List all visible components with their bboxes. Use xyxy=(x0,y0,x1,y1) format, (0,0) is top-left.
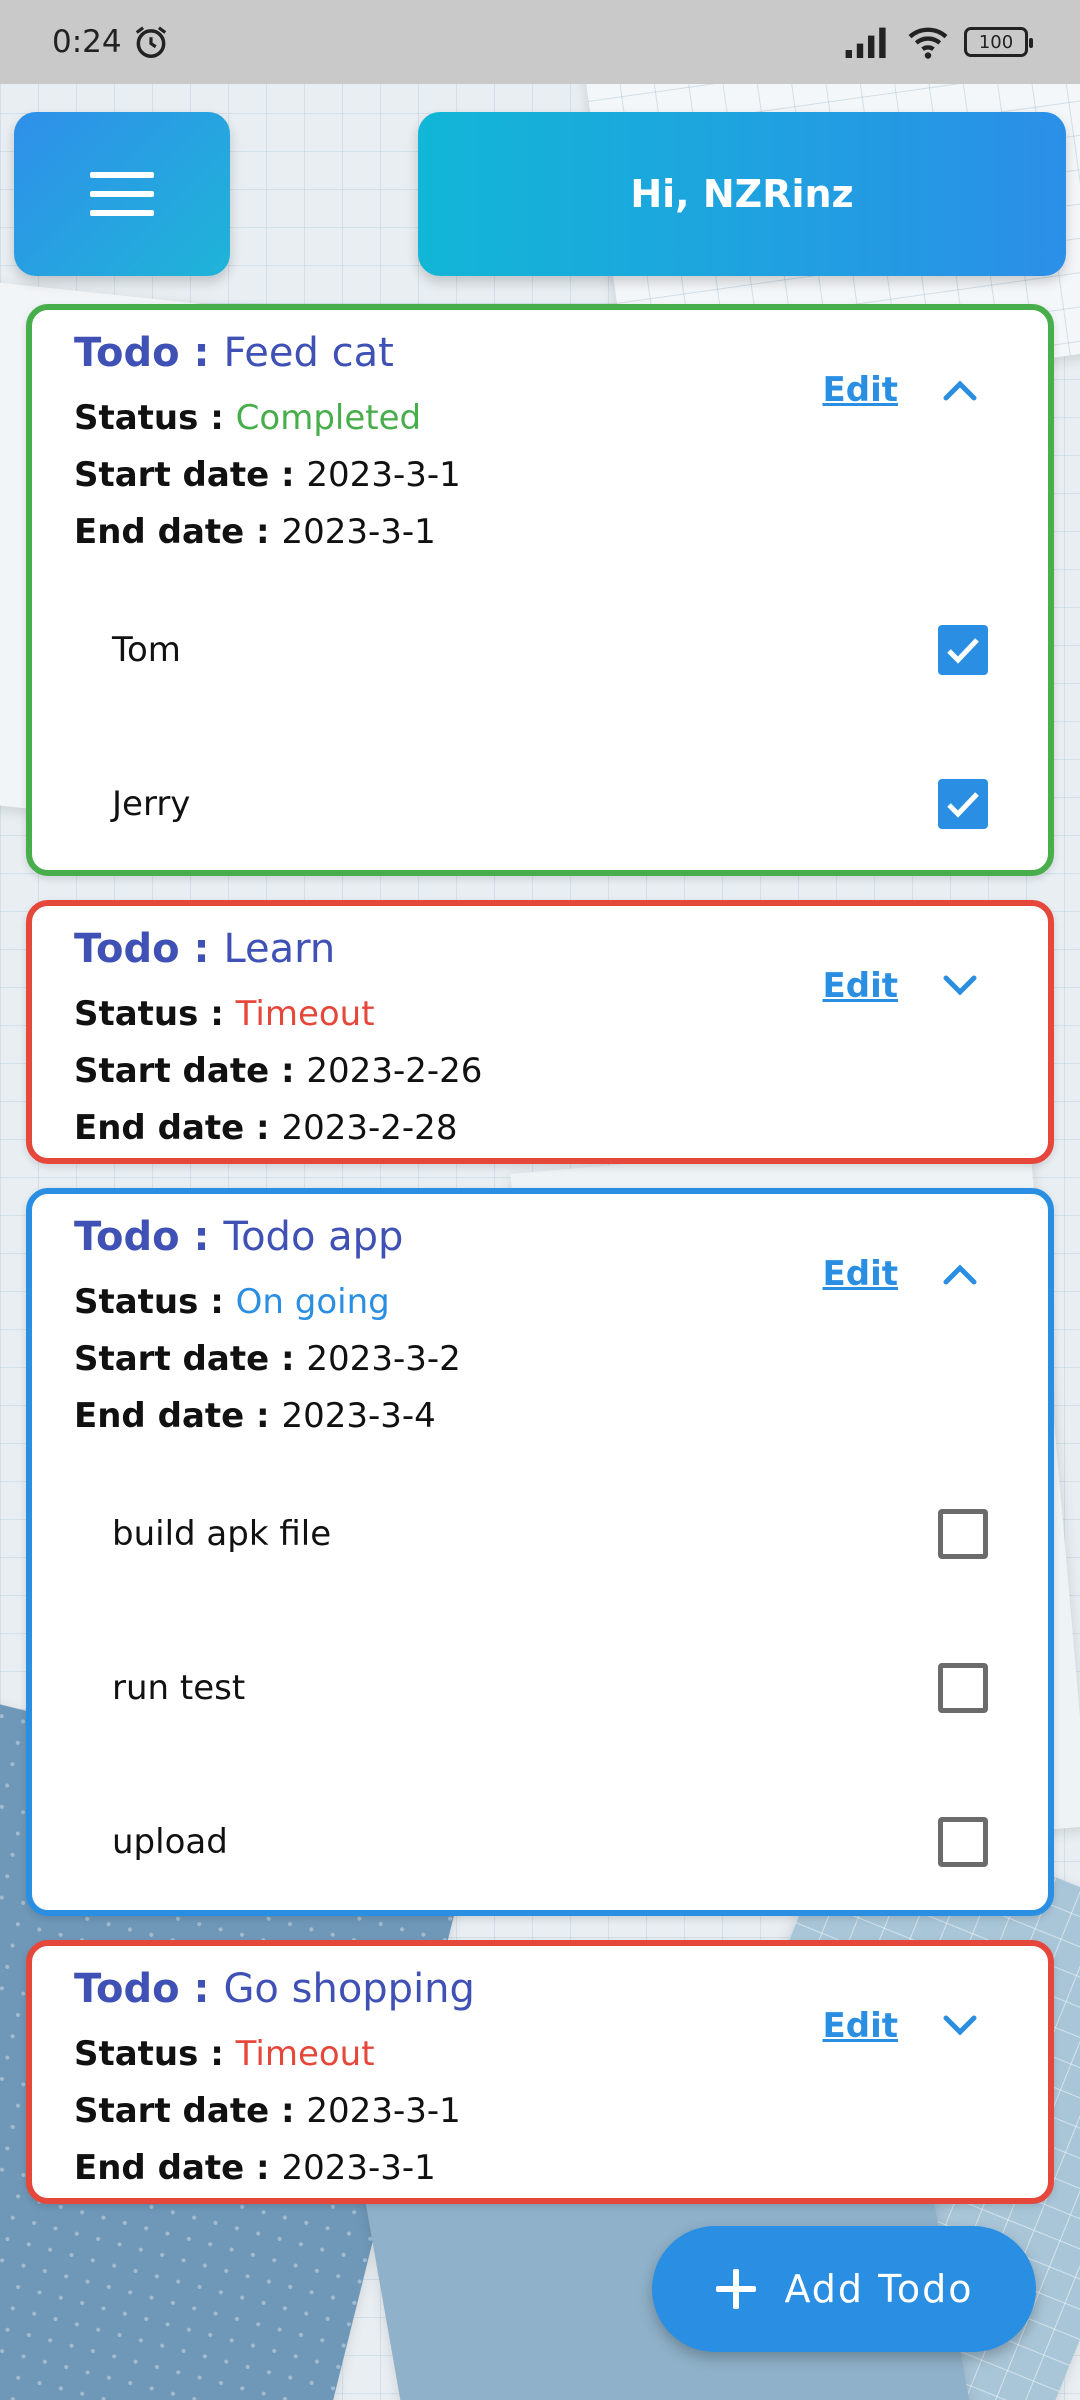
add-todo-button[interactable]: Add Todo xyxy=(652,2226,1036,2352)
todo-title: Todo : Go shopping xyxy=(74,1966,475,2012)
add-todo-label: Add Todo xyxy=(784,2267,974,2311)
battery-icon: 100 xyxy=(964,27,1033,57)
todo-start-date: Start date : 2023-2-26 xyxy=(74,1051,483,1091)
todo-end-date: End date : 2023-2-28 xyxy=(74,1108,458,1148)
chevron-down-icon[interactable] xyxy=(940,2010,980,2040)
battery-level: 100 xyxy=(978,31,1014,53)
task-checkbox[interactable] xyxy=(938,779,988,829)
todo-status: Status : Timeout xyxy=(74,2034,375,2074)
plus-icon xyxy=(716,2269,757,2309)
edit-link[interactable]: Edit xyxy=(823,966,898,1006)
todo-end-date: End date : 2023-3-4 xyxy=(74,1396,436,1436)
task-label: Tom xyxy=(112,630,181,670)
edit-link[interactable]: Edit xyxy=(823,2006,898,2046)
todo-end-date: End date : 2023-3-1 xyxy=(74,512,436,552)
todo-status: Status : Completed xyxy=(74,398,422,438)
status-bar: 0:24 100 xyxy=(0,0,1080,84)
todo-end-date: End date : 2023-3-1 xyxy=(74,2148,436,2188)
todo-status: Status : Timeout xyxy=(74,994,375,1034)
task-item: run test xyxy=(112,1658,988,1718)
todo-card: Todo : Feed cat Status : Completed Start… xyxy=(26,304,1054,876)
todo-card: Todo : Learn Status : Timeout Start date… xyxy=(26,900,1054,1164)
todo-title: Todo : Feed cat xyxy=(74,330,394,376)
alarm-icon xyxy=(135,26,166,58)
todo-card: Todo : Todo app Status : On going Start … xyxy=(26,1188,1054,1916)
check-icon xyxy=(947,792,979,818)
hamburger-menu-icon xyxy=(90,172,154,216)
task-label: build apk file xyxy=(112,1514,332,1554)
todo-start-date: Start date : 2023-3-1 xyxy=(74,455,461,495)
signal-icon xyxy=(845,27,886,58)
task-checkbox[interactable] xyxy=(938,625,988,675)
task-item: Tom xyxy=(112,620,988,680)
task-label: Jerry xyxy=(112,784,191,824)
chevron-down-icon[interactable] xyxy=(940,970,980,1000)
task-item: upload xyxy=(112,1812,988,1872)
task-checkbox[interactable] xyxy=(938,1663,988,1713)
chevron-up-icon[interactable] xyxy=(940,376,980,406)
greeting-text: Hi, NZRinz xyxy=(630,172,854,216)
check-icon xyxy=(947,638,979,664)
task-checkbox[interactable] xyxy=(938,1509,988,1559)
todo-title: Todo : Todo app xyxy=(74,1214,404,1260)
todo-start-date: Start date : 2023-3-2 xyxy=(74,1339,461,1379)
status-time: 0:24 xyxy=(52,24,122,60)
task-label: upload xyxy=(112,1822,228,1862)
todo-card: Todo : Go shopping Status : Timeout Star… xyxy=(26,1940,1054,2204)
edit-link[interactable]: Edit xyxy=(823,1254,898,1294)
task-label: run test xyxy=(112,1668,246,1708)
task-checkbox[interactable] xyxy=(938,1817,988,1867)
wifi-icon xyxy=(908,27,948,59)
todo-start-date: Start date : 2023-3-1 xyxy=(74,2091,461,2131)
menu-button[interactable] xyxy=(14,112,230,276)
edit-link[interactable]: Edit xyxy=(823,370,898,410)
task-item: build apk file xyxy=(112,1504,988,1564)
task-item: Jerry xyxy=(112,774,988,834)
chevron-up-icon[interactable] xyxy=(940,1260,980,1290)
todo-status: Status : On going xyxy=(74,1282,390,1322)
todo-title: Todo : Learn xyxy=(74,926,336,972)
greeting-banner: Hi, NZRinz xyxy=(418,112,1066,276)
